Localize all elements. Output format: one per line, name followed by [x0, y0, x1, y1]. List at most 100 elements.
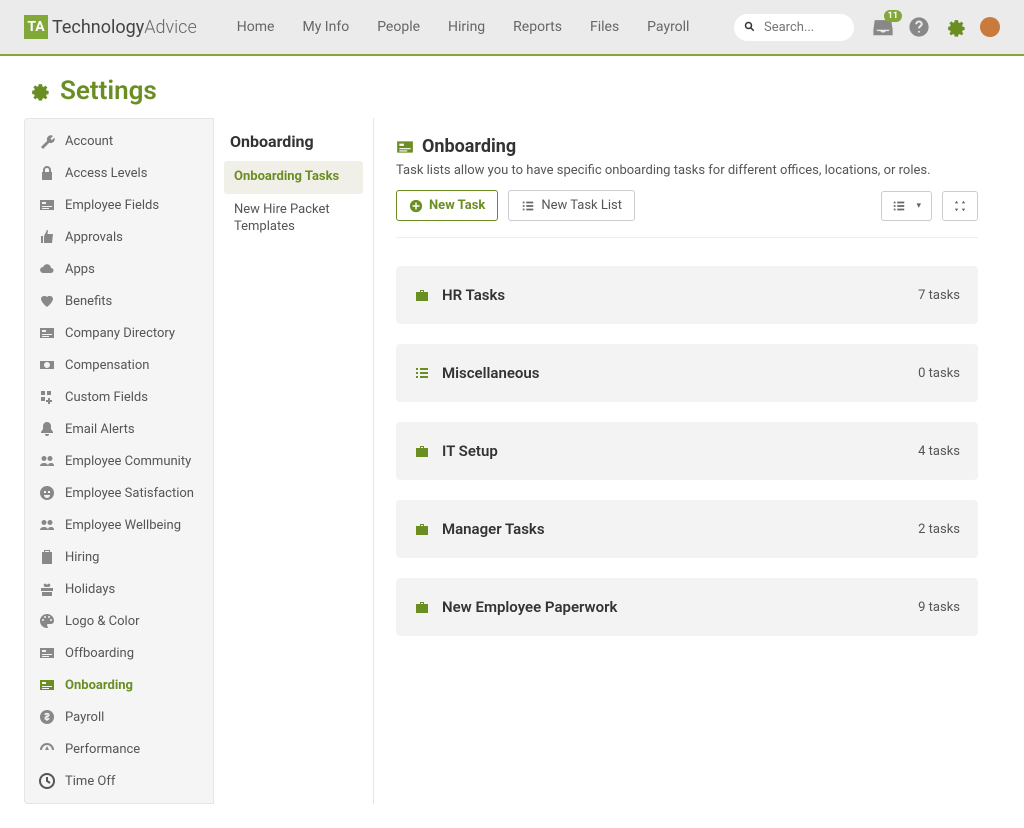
- id-card-icon: [396, 138, 414, 156]
- lock-icon: [39, 165, 55, 181]
- clock-icon: [39, 773, 55, 789]
- topnav-item[interactable]: Home: [237, 19, 275, 35]
- sidebar-item-onboarding[interactable]: Onboarding: [25, 669, 213, 701]
- page-header: Settings: [0, 56, 1024, 118]
- sidebar-item-employee-satisfaction[interactable]: Employee Satisfaction: [25, 477, 213, 509]
- sidebar-item-label: Onboarding: [65, 678, 133, 693]
- help-icon[interactable]: [908, 16, 930, 38]
- sidebar-item-benefits[interactable]: Benefits: [25, 285, 213, 317]
- task-list-card[interactable]: Miscellaneous 0 tasks: [396, 344, 978, 402]
- sidebar-item-approvals[interactable]: Approvals: [25, 221, 213, 253]
- topnav-item[interactable]: People: [377, 19, 420, 35]
- sidebar-item-access-levels[interactable]: Access Levels: [25, 157, 213, 189]
- sidebar-item-label: Payroll: [65, 710, 104, 725]
- sidebar-item-offboarding[interactable]: Offboarding: [25, 637, 213, 669]
- new-task-label: New Task: [429, 198, 485, 213]
- task-list-title: Miscellaneous: [442, 364, 906, 382]
- sidebar-item-label: Employee Wellbeing: [65, 518, 181, 533]
- action-row: New Task New Task List: [396, 190, 978, 238]
- sidebar-item-performance[interactable]: Performance: [25, 733, 213, 765]
- group-icon: [39, 453, 55, 469]
- sidebar-item-compensation[interactable]: Compensation: [25, 349, 213, 381]
- search-wrap: [734, 14, 854, 41]
- sidebar-item-hiring[interactable]: Hiring: [25, 541, 213, 573]
- topnav-item[interactable]: Payroll: [647, 19, 689, 35]
- logo[interactable]: TA TechnologyAdvice: [24, 15, 197, 39]
- new-task-list-label: New Task List: [541, 198, 622, 213]
- sidebar-item-logo-color[interactable]: Logo & Color: [25, 605, 213, 637]
- task-list-card[interactable]: HR Tasks7 tasks: [396, 266, 978, 324]
- task-list-title: Manager Tasks: [442, 520, 906, 538]
- task-list-card[interactable]: New Employee Paperwork9 tasks: [396, 578, 978, 636]
- topnav-item[interactable]: Hiring: [448, 19, 485, 35]
- dollar-icon: [39, 709, 55, 725]
- notification-badge: 11: [884, 10, 902, 22]
- sidebar-item-label: Offboarding: [65, 646, 134, 661]
- sidebar-item-label: Approvals: [65, 230, 123, 245]
- inbox-button[interactable]: 11: [872, 16, 894, 38]
- sidebar-item-employee-wellbeing[interactable]: Employee Wellbeing: [25, 509, 213, 541]
- sidebar-item-label: Logo & Color: [65, 614, 140, 629]
- id-card-icon: [39, 645, 55, 661]
- new-task-list-button[interactable]: New Task List: [508, 190, 635, 221]
- sidebar-item-company-directory[interactable]: Company Directory: [25, 317, 213, 349]
- briefcase-icon: [414, 521, 430, 537]
- topbar: TA TechnologyAdvice Home My Info People Hir…: [0, 0, 1024, 56]
- list-icon: [521, 199, 535, 213]
- subnav-title: Onboarding: [224, 132, 363, 151]
- sidebar-item-time-off[interactable]: Time Off: [25, 765, 213, 797]
- sidebar-item-label: Time Off: [65, 774, 115, 789]
- sidebar-item-holidays[interactable]: Holidays: [25, 573, 213, 605]
- sort-button[interactable]: [942, 191, 978, 221]
- sidebar-item-label: Email Alerts: [65, 422, 135, 437]
- sidebar-item-label: Apps: [65, 262, 95, 277]
- task-list-count: 2 tasks: [918, 522, 960, 537]
- sidebar-item-label: Benefits: [65, 294, 112, 309]
- topnav-item[interactable]: Reports: [513, 19, 562, 35]
- sidebar-item-custom-fields[interactable]: Custom Fields: [25, 381, 213, 413]
- sidebar-item-email-alerts[interactable]: Email Alerts: [25, 413, 213, 445]
- sidebar-item-account[interactable]: Account: [25, 125, 213, 157]
- sidebar-item-label: Performance: [65, 742, 140, 757]
- sidebar-item-employee-community[interactable]: Employee Community: [25, 445, 213, 477]
- task-list-count: 0 tasks: [918, 366, 960, 381]
- clipboard-icon: [39, 549, 55, 565]
- sidebar-item-label: Account: [65, 134, 113, 149]
- topnav-item[interactable]: My Info: [302, 19, 349, 35]
- cloud-icon: [39, 261, 55, 277]
- sidebar-item-label: Hiring: [65, 550, 99, 565]
- palette-icon: [39, 613, 55, 629]
- id-card-icon: [39, 677, 55, 693]
- sidebar-item-employee-fields[interactable]: Employee Fields: [25, 189, 213, 221]
- subnav-item[interactable]: New Hire Packet Templates: [224, 194, 363, 244]
- avatar[interactable]: [980, 17, 1000, 37]
- sidebar-item-label: Employee Satisfaction: [65, 486, 194, 501]
- grid-plus-icon: [39, 389, 55, 405]
- group-icon: [39, 517, 55, 533]
- subnav-item[interactable]: Onboarding Tasks: [224, 161, 363, 194]
- sidebar-item-label: Custom Fields: [65, 390, 148, 405]
- thumb-up-icon: [39, 229, 55, 245]
- briefcase-icon: [414, 443, 430, 459]
- smiley-icon: [39, 485, 55, 501]
- gift-icon: [39, 581, 55, 597]
- settings-sidebar: Account Access LevelsEmployee Fields Appro…: [24, 118, 214, 804]
- new-task-button[interactable]: New Task: [396, 190, 498, 221]
- task-list-title: New Employee Paperwork: [442, 598, 906, 616]
- list-icon: [414, 365, 430, 381]
- main-header: Onboarding: [396, 136, 978, 157]
- task-list-card[interactable]: IT Setup4 tasks: [396, 422, 978, 480]
- plus-circle-icon: [409, 199, 423, 213]
- task-list-title: HR Tasks: [442, 286, 906, 304]
- sidebar-item-payroll[interactable]: Payroll: [25, 701, 213, 733]
- top-icons: 11: [872, 16, 1000, 38]
- sidebar-item-apps[interactable]: Apps: [25, 253, 213, 285]
- main-content: Onboarding Task lists allow you to have …: [374, 118, 1000, 804]
- briefcase-icon: [414, 287, 430, 303]
- topnav-item[interactable]: Files: [590, 19, 619, 35]
- id-card-icon: [39, 197, 55, 213]
- settings-gear-icon[interactable]: [944, 16, 966, 38]
- sidebar-item-label: Employee Community: [65, 454, 191, 469]
- view-options-button[interactable]: [881, 191, 932, 221]
- task-list-card[interactable]: Manager Tasks 2 tasks: [396, 500, 978, 558]
